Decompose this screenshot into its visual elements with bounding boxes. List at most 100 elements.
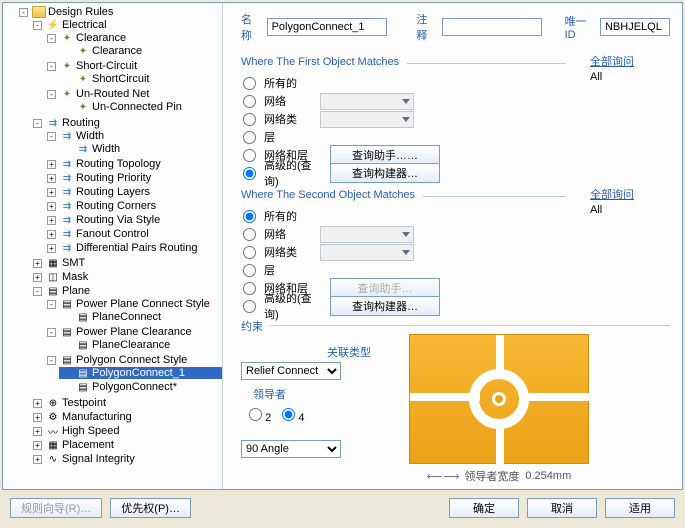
collapse-icon[interactable]: - [47, 300, 56, 309]
expand-icon[interactable]: + [47, 202, 56, 211]
ok-button[interactable]: 确定 [449, 498, 519, 518]
expand-icon[interactable]: + [33, 413, 42, 422]
collapse-icon[interactable]: - [19, 8, 28, 17]
tree-mask[interactable]: +◫Mask [31, 271, 222, 283]
tree-polycs2[interactable]: ▤PolygonConnect* [59, 381, 222, 393]
tree-ppc-group[interactable]: -▤Power Plane Clearance [45, 326, 222, 338]
match1-builder-button[interactable]: 查询构建器… [330, 163, 440, 183]
match2-layer-radio[interactable] [243, 264, 256, 277]
tree-testpoint[interactable]: +⊕Testpoint [31, 397, 222, 409]
connect-style-select[interactable]: Relief Connect [241, 362, 341, 380]
tree-ppcs-group[interactable]: -▤Power Plane Connect Style [45, 298, 222, 310]
tree-routing-layers[interactable]: +⇉Routing Layers [45, 186, 222, 198]
collapse-icon[interactable]: - [47, 132, 56, 141]
tree-electrical[interactable]: -⚡Electrical [31, 19, 222, 31]
tree-ppc[interactable]: ▤PlaneClearance [59, 339, 222, 351]
tree-highspeed[interactable]: +〰High Speed [31, 425, 222, 437]
match2-helper-button[interactable]: 查询助手… [330, 278, 440, 298]
expand-icon[interactable]: + [47, 160, 56, 169]
expand-icon[interactable]: + [33, 259, 42, 268]
match2-adv-radio[interactable] [243, 300, 256, 313]
collapse-icon[interactable]: - [47, 62, 56, 71]
tree-ppcs[interactable]: ▤PlaneConnect [59, 311, 222, 323]
angle-select[interactable]: 90 Angle [241, 440, 341, 458]
conductors-2-radio[interactable] [249, 408, 262, 421]
expand-icon[interactable]: + [47, 244, 56, 253]
expand-icon[interactable]: + [47, 188, 56, 197]
collapse-icon[interactable]: - [33, 287, 42, 296]
collapse-icon[interactable]: - [47, 90, 56, 99]
rules-tree[interactable]: -Design Rules -⚡Electrical -✦Clearance ✦… [3, 3, 223, 489]
match2-netclass-label: 网络类 [264, 244, 314, 260]
match1-netlayer-radio[interactable] [243, 149, 256, 162]
cancel-button[interactable]: 取消 [527, 498, 597, 518]
collapse-icon[interactable]: - [47, 356, 56, 365]
connect-style-label: 关联类型 [241, 344, 391, 360]
expand-icon[interactable]: + [33, 441, 42, 450]
match2-net-radio[interactable] [243, 228, 256, 241]
tree-diffpair[interactable]: +⇉Differential Pairs Routing [45, 242, 222, 254]
match2-netlayer-radio[interactable] [243, 282, 256, 295]
tree-polycs-group[interactable]: -▤Polygon Connect Style [45, 354, 222, 366]
tree-clearance-group[interactable]: -✦Clearance [45, 32, 222, 44]
relief-preview [409, 334, 589, 464]
tree-short-group[interactable]: -✦Short-Circuit [45, 60, 222, 72]
tree-unconnected[interactable]: ✦Un-Connected Pin [59, 101, 222, 113]
comment-input[interactable] [442, 18, 542, 36]
match1-all-radio[interactable] [243, 77, 256, 90]
match2-net-dropdown[interactable] [320, 226, 414, 243]
match2-net-label: 网络 [264, 226, 314, 242]
rule-icon: ⇉ [60, 186, 74, 198]
match1-net-radio[interactable] [243, 95, 256, 108]
expand-icon[interactable]: + [47, 216, 56, 225]
match1-netclass-radio[interactable] [243, 113, 256, 126]
tree-short[interactable]: ✦ShortCircuit [59, 73, 222, 85]
expand-icon[interactable]: + [33, 273, 42, 282]
collapse-icon[interactable]: - [47, 34, 56, 43]
expand-icon[interactable]: + [47, 174, 56, 183]
tree-unrouted-group[interactable]: -✦Un-Routed Net [45, 88, 222, 100]
rule-wizard-button[interactable]: 规则向导(R)… [10, 498, 102, 518]
expand-icon[interactable]: + [33, 399, 42, 408]
tree-width-group[interactable]: -⇉Width [45, 130, 222, 142]
tree-smt[interactable]: +▦SMT [31, 257, 222, 269]
match1-layer-radio[interactable] [243, 131, 256, 144]
match2-netclass-dropdown[interactable] [320, 244, 414, 261]
conductors-4-radio[interactable] [282, 408, 295, 421]
priorities-button[interactable]: 优先权(P)… [110, 498, 191, 518]
tree-polycs1[interactable]: ▤PolygonConnect_1 [59, 367, 222, 379]
collapse-icon[interactable]: - [33, 119, 42, 128]
apply-button[interactable]: 适用 [605, 498, 675, 518]
tree-routing-corners[interactable]: +⇉Routing Corners [45, 200, 222, 212]
match2-netclass-radio[interactable] [243, 246, 256, 259]
match2-adv-label: 高级的(查询) [264, 290, 324, 322]
match1-adv-radio[interactable] [243, 167, 256, 180]
tree-routing-via[interactable]: +⇉Routing Via Style [45, 214, 222, 226]
rule-icon: ▤ [60, 354, 74, 366]
match1-helper-button[interactable]: 查询助手…… [330, 145, 440, 165]
conductors-2-option[interactable]: 2 [249, 412, 271, 424]
tree-root[interactable]: -Design Rules [17, 6, 222, 18]
tree-routing[interactable]: -⇉Routing [31, 117, 222, 129]
uid-input[interactable] [600, 18, 670, 36]
name-input[interactable] [267, 18, 387, 36]
tree-mfg[interactable]: +⚙Manufacturing [31, 411, 222, 423]
tree-width[interactable]: ⇉Width [59, 143, 222, 155]
expand-icon[interactable]: + [47, 230, 56, 239]
expand-icon[interactable]: + [33, 455, 42, 464]
match2-all-radio[interactable] [243, 210, 256, 223]
tree-placement[interactable]: +▦Placement [31, 439, 222, 451]
match2-builder-button[interactable]: 查询构建器… [330, 296, 440, 316]
tree-routing-priority[interactable]: +⇉Routing Priority [45, 172, 222, 184]
tree-fanout[interactable]: +⇉Fanout Control [45, 228, 222, 240]
expand-icon[interactable]: + [33, 427, 42, 436]
collapse-icon[interactable]: - [47, 328, 56, 337]
tree-clearance[interactable]: ✦Clearance [59, 45, 222, 57]
collapse-icon[interactable]: - [33, 21, 42, 30]
conductors-4-option[interactable]: 4 [282, 412, 304, 424]
match1-net-dropdown[interactable] [320, 93, 414, 110]
tree-routing-topology[interactable]: +⇉Routing Topology [45, 158, 222, 170]
tree-si[interactable]: +∿Signal Integrity [31, 453, 222, 465]
match1-netclass-dropdown[interactable] [320, 111, 414, 128]
tree-plane[interactable]: -▤Plane [31, 285, 222, 297]
